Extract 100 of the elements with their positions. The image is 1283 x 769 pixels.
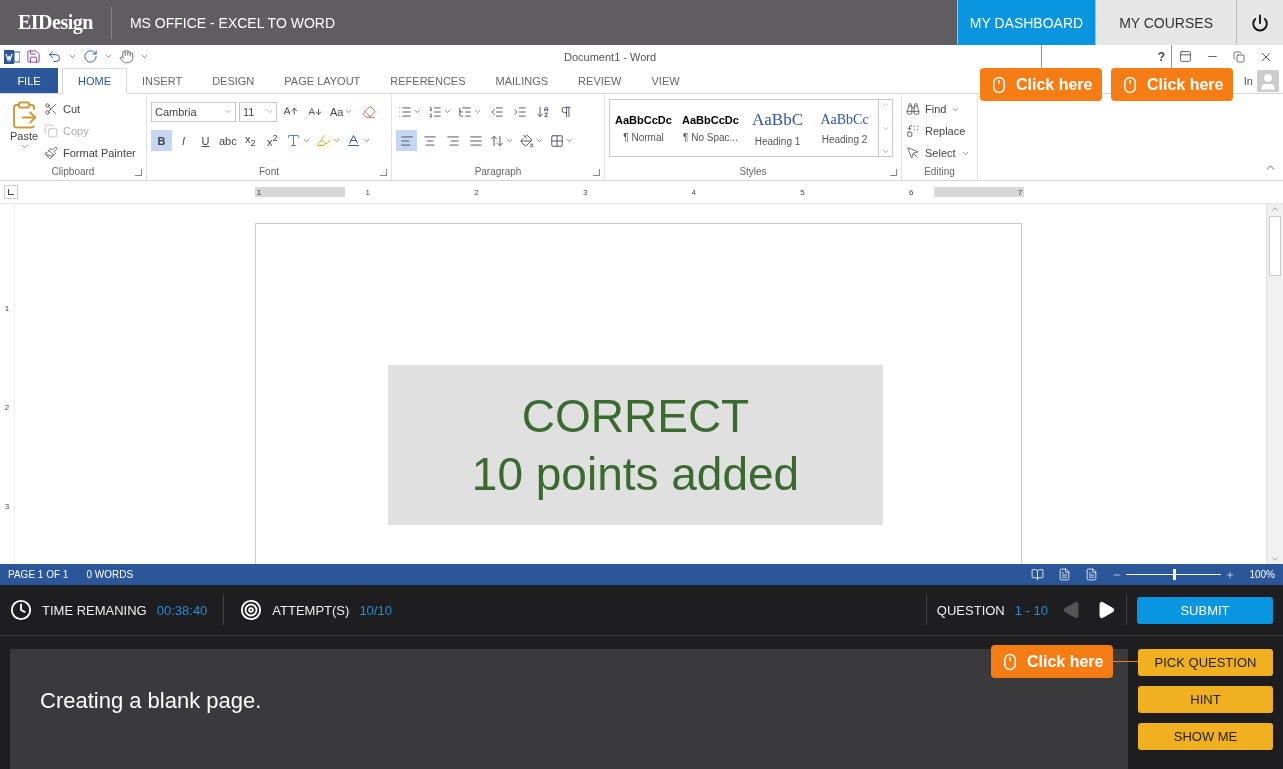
group-label: Styles	[738, 165, 768, 179]
format-button[interactable]: I	[173, 130, 194, 151]
caret-icon	[413, 107, 422, 116]
undo-icon	[47, 49, 62, 64]
course-title: MS OFFICE - EXCEL TO WORD	[129, 14, 335, 31]
format-button[interactable]: x$^{2}$	[261, 130, 283, 151]
feedback-detail: 10 points added	[471, 447, 800, 501]
bullets-icon	[398, 104, 412, 119]
page-count: PAGE 1 OF 1	[8, 569, 69, 580]
zoom-reading: 100%	[1249, 569, 1275, 580]
group-label: Font	[258, 165, 280, 179]
font-color-icon	[345, 133, 361, 148]
ribbon-tab[interactable]: HOME	[62, 68, 127, 94]
scroll-up-icon	[1270, 204, 1280, 214]
paste-button[interactable]: Paste	[4, 98, 44, 164]
caret-icon	[361, 136, 371, 145]
vertical-ruler: 1 2 3	[0, 204, 15, 564]
task-button[interactable]: SHOW ME	[1138, 723, 1273, 750]
zoom-in-icon	[1225, 569, 1236, 580]
numbering-icon	[428, 104, 442, 119]
format-button[interactable]: B	[151, 130, 172, 151]
pointer-icon	[906, 146, 920, 160]
style-item[interactable]: AaBbCcDc ¶ Normal	[610, 100, 677, 156]
copy-icon	[44, 124, 58, 138]
sign-in-link[interactable]: In	[1243, 74, 1253, 87]
group-label: Editing	[923, 165, 956, 179]
align-right-icon	[445, 133, 460, 148]
leader-line	[1171, 45, 1172, 68]
editing-button[interactable]: Find	[906, 100, 970, 118]
zoom-thumb[interactable]	[1172, 569, 1176, 580]
task-text: Creating a blank page.	[40, 688, 262, 714]
restore-icon	[1233, 50, 1245, 63]
window-title: Document1 - Word	[564, 50, 657, 63]
decrease-indent-icon	[489, 104, 504, 119]
question-range: 1 - 10	[1014, 602, 1048, 618]
caret-icon	[104, 52, 113, 61]
mouse-icon	[1121, 75, 1139, 94]
redo-icon	[83, 49, 98, 64]
clipboard-button[interactable]: Format Painter	[44, 144, 136, 162]
paragraph-button[interactable]	[396, 130, 417, 151]
clipboard-button[interactable]: Cut	[44, 100, 136, 118]
scissors-icon	[44, 102, 58, 116]
feedback-title: CORRECT	[521, 389, 750, 443]
power-button[interactable]	[1236, 0, 1283, 45]
caret-icon	[265, 107, 274, 116]
replace-icon	[906, 124, 920, 138]
eraser-icon	[361, 104, 376, 119]
click-here-callout: Click here	[980, 68, 1102, 101]
align-center-icon	[422, 133, 437, 148]
read-mode-icon	[1031, 568, 1045, 581]
binoculars-icon	[906, 102, 920, 116]
pilcrow-icon	[558, 104, 573, 119]
help-button[interactable]: ?	[1157, 49, 1165, 64]
web-layout-icon	[1085, 568, 1099, 581]
line-spacing-icon	[490, 133, 504, 148]
task-button[interactable]: PICK QUESTION	[1138, 649, 1273, 676]
paintbrush-icon	[44, 146, 58, 160]
group-label: Clipboard	[50, 165, 96, 179]
target-icon	[240, 599, 263, 621]
editing-button[interactable]: Select	[906, 144, 970, 162]
caret-icon	[535, 136, 544, 145]
ribbon-tab[interactable]: FILE	[0, 68, 58, 93]
style-item[interactable]: AaBbCc Heading 2	[811, 100, 878, 156]
caret-icon	[301, 136, 311, 145]
caret-icon	[224, 107, 233, 116]
justify-icon	[468, 133, 483, 148]
task-button[interactable]: HINT	[1138, 686, 1273, 713]
caret-icon	[344, 107, 354, 116]
mouse-icon	[1001, 652, 1019, 671]
print-layout-icon	[1058, 568, 1072, 581]
caret-icon	[473, 107, 482, 116]
tab-selector[interactable]	[4, 185, 18, 199]
scroll-thumb[interactable]	[1269, 216, 1281, 276]
leader-line	[1112, 661, 1138, 662]
paint-bucket-icon	[520, 133, 534, 148]
save-icon	[26, 49, 41, 64]
font-name-field[interactable]: Cambria	[151, 101, 236, 122]
word-count: 0 WORDS	[86, 569, 134, 580]
scroll-down-icon	[1270, 554, 1280, 564]
power-icon	[1251, 13, 1269, 32]
attempts-value: 10/10	[359, 602, 392, 618]
clock-icon	[10, 599, 32, 621]
style-item[interactable]: AaBbC Heading 1	[744, 100, 811, 156]
caret-icon	[443, 107, 452, 116]
change-case-button[interactable]: Aa	[328, 101, 356, 122]
multilevel-list-icon	[458, 104, 472, 119]
nav-tab[interactable]: MY COURSES	[1095, 0, 1236, 45]
attempts-label: ATTEMPT(S)	[272, 602, 350, 618]
format-button[interactable]: abc	[217, 130, 239, 151]
borders-icon	[550, 133, 564, 148]
letter-icon	[285, 133, 301, 148]
font-size-field[interactable]: 11	[239, 101, 277, 122]
format-button[interactable]: x$_{2}$	[239, 130, 261, 151]
caret-icon	[68, 52, 77, 61]
mouse-icon	[990, 75, 1008, 94]
format-button[interactable]: U	[195, 130, 216, 151]
style-item[interactable]: AaBbCcDc ¶ No Spac...	[677, 100, 744, 156]
editing-button[interactable]: Replace	[906, 122, 970, 140]
align-left-icon	[399, 133, 414, 148]
group-label: Paragraph	[473, 165, 523, 179]
